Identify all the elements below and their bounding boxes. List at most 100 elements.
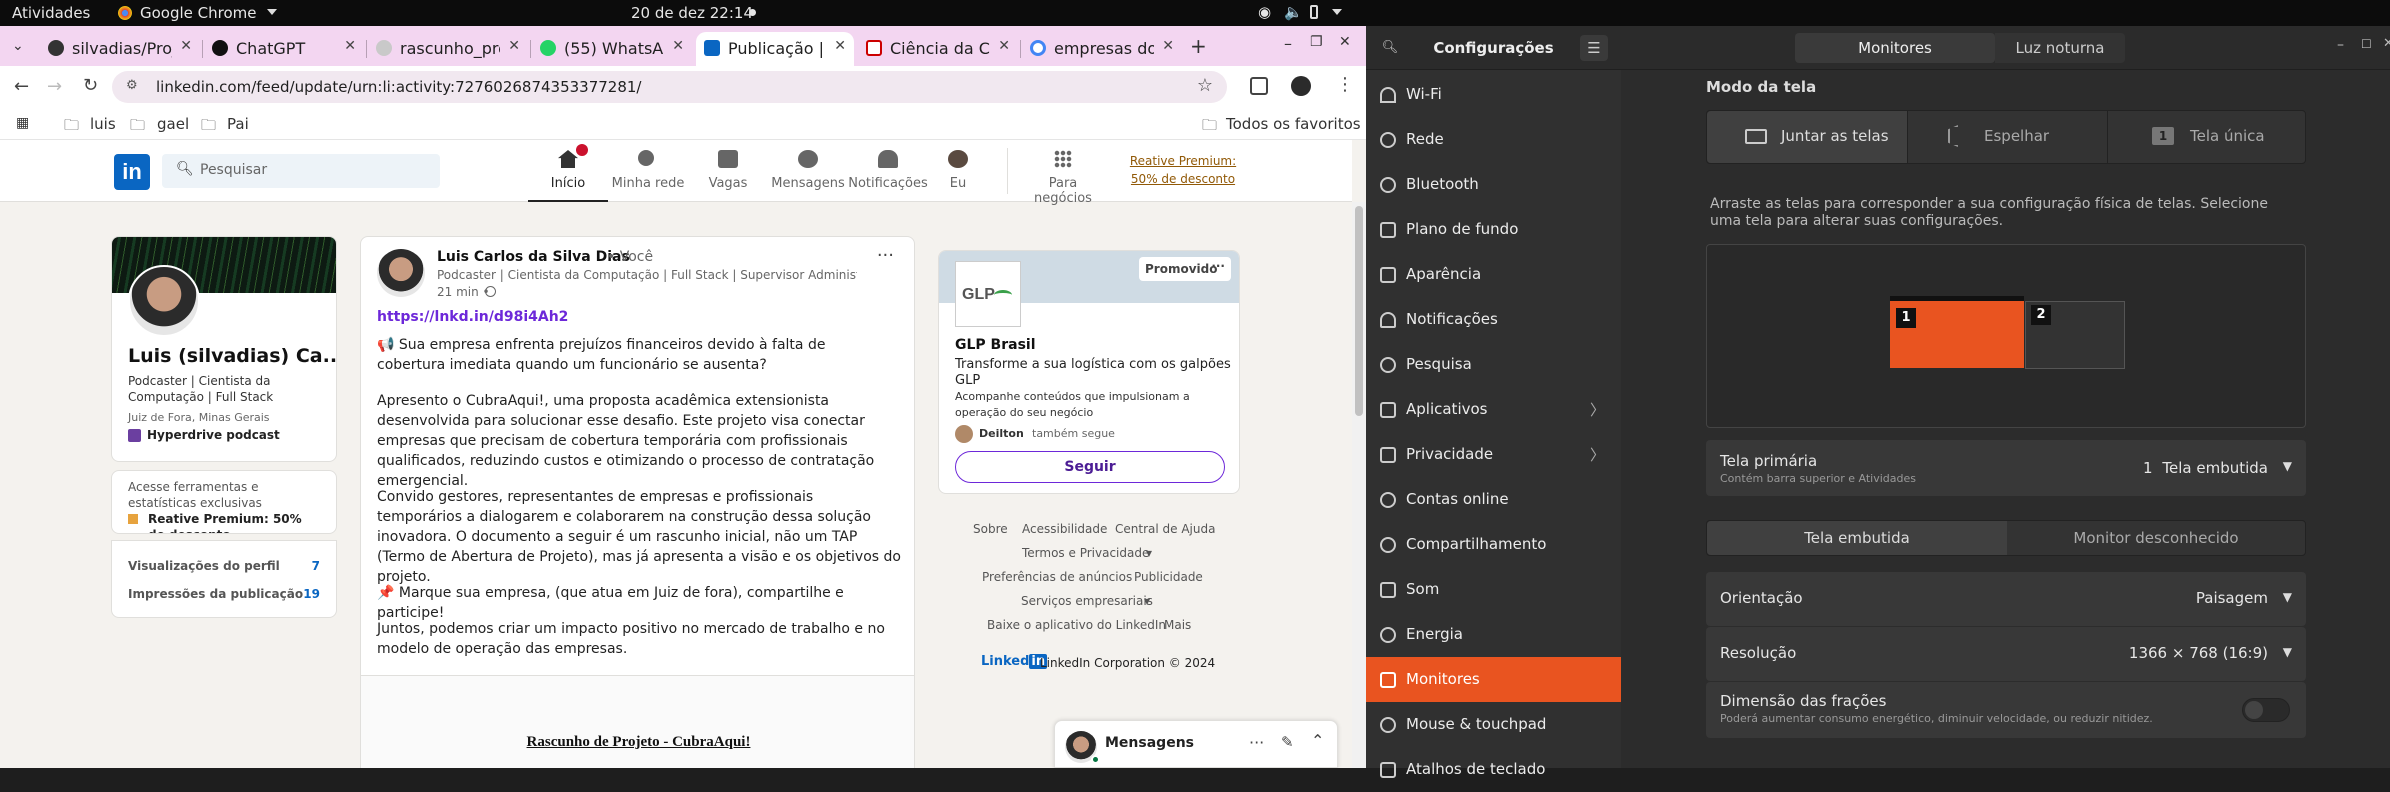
- bookmark-gael[interactable]: gael: [157, 115, 189, 133]
- omnibox[interactable]: ⚙ linkedin.com/feed/update/urn:li:activi…: [112, 71, 1227, 103]
- primary-display-row[interactable]: Tela primária Contém barra superior e At…: [1706, 440, 2306, 496]
- sidebar-item-sound[interactable]: Som: [1366, 567, 1621, 612]
- close-icon[interactable]: ✕: [672, 38, 684, 54]
- premium-cta-link[interactable]: Reative Premium: 50% de desconto: [1118, 152, 1248, 188]
- nav-jobs[interactable]: Vagas: [688, 140, 768, 202]
- sidebar-item-appearance[interactable]: Aparência: [1366, 252, 1621, 297]
- fractional-scaling-toggle[interactable]: [2242, 698, 2290, 722]
- sidebar-item-bluetooth[interactable]: Bluetooth: [1366, 162, 1621, 207]
- volume-icon[interactable]: 🔈: [1284, 3, 1303, 21]
- stat-value[interactable]: 19: [303, 587, 320, 601]
- stat-label[interactable]: Visualizações do perfil: [128, 559, 280, 573]
- tab-unknown-monitor[interactable]: Monitor desconhecido: [2007, 521, 2305, 555]
- footer-link[interactable]: Central de Ajuda: [1115, 522, 1215, 536]
- author-name[interactable]: Luis Carlos da Silva Dias: [437, 249, 630, 265]
- activities-button[interactable]: Atividades: [12, 4, 90, 22]
- bookmark-luis[interactable]: luis: [90, 115, 116, 133]
- new-tab-icon[interactable]: +: [1190, 34, 1207, 58]
- close-icon[interactable]: ✕: [180, 38, 192, 54]
- footer-link[interactable]: Acessibilidade: [1022, 522, 1107, 536]
- follow-button[interactable]: Seguir: [955, 451, 1225, 483]
- nav-me[interactable]: Eu: [928, 140, 988, 202]
- sidebar-item-online-accounts[interactable]: Contas online: [1366, 477, 1621, 522]
- chevron-up-icon[interactable]: ⌃: [1311, 731, 1324, 750]
- footer-link[interactable]: Sobre: [973, 522, 1008, 536]
- sidebar-item-power[interactable]: Energia: [1366, 612, 1621, 657]
- stat-label[interactable]: Impressões da publicação: [128, 587, 303, 601]
- nav-business[interactable]: Para negócios: [1018, 140, 1108, 206]
- sidebar-item-sharing[interactable]: Compartilhamento: [1366, 522, 1621, 567]
- tab-linkedin-active[interactable]: Publicação | L ✕: [696, 32, 854, 66]
- tab-github[interactable]: silvadias/Proj ✕: [40, 32, 200, 66]
- mode-single-display[interactable]: 1 Tela única: [2107, 111, 2307, 163]
- close-icon[interactable]: ✕: [1162, 38, 1174, 54]
- chrome-menu-icon[interactable]: ⋮: [1336, 74, 1354, 95]
- sidebar-item-mouse[interactable]: Mouse & touchpad: [1366, 702, 1621, 747]
- sidebar-item-background[interactable]: Plano de fundo: [1366, 207, 1621, 252]
- restore-icon[interactable]: ❐: [1310, 34, 1323, 50]
- sidebar-item-network[interactable]: Rede: [1366, 117, 1621, 162]
- bookmark-star-icon[interactable]: ☆: [1197, 75, 1213, 96]
- reload-icon[interactable]: ↻: [83, 75, 98, 96]
- document-preview[interactable]: Rascunho de Projeto - CubraAqui!: [361, 676, 914, 768]
- site-info-icon[interactable]: ⚙: [126, 78, 138, 93]
- ad-company[interactable]: GLP Brasil: [955, 337, 1036, 353]
- linkedin-logo-icon[interactable]: in: [114, 154, 150, 190]
- battery-icon[interactable]: [1310, 5, 1318, 19]
- hamburger-menu-icon[interactable]: ☰: [1580, 35, 1608, 61]
- close-icon[interactable]: ✕: [508, 38, 520, 54]
- footer-link[interactable]: Termos e Privacidade: [1022, 546, 1149, 560]
- clock[interactable]: 20 de dez 22:14: [631, 4, 753, 22]
- forward-icon[interactable]: →: [47, 76, 62, 97]
- tab-builtin-display[interactable]: Tela embutida: [1707, 521, 2007, 555]
- nav-messages[interactable]: Mensagens: [768, 140, 848, 202]
- app-menu[interactable]: Google Chrome: [140, 4, 257, 22]
- url-text[interactable]: linkedin.com/feed/update/urn:li:activity…: [156, 78, 642, 96]
- ad-more-icon[interactable]: ···: [1211, 259, 1225, 273]
- system-menu-caret-icon[interactable]: [1332, 9, 1342, 15]
- close-icon[interactable]: ✕: [2383, 36, 2390, 51]
- tab-search-icon[interactable]: ⌄: [12, 38, 24, 54]
- premium-card[interactable]: Acesse ferramentas e estatísticas exclus…: [111, 470, 337, 534]
- close-window-icon[interactable]: ✕: [1339, 34, 1351, 50]
- footer-link[interactable]: Mais: [1164, 618, 1191, 632]
- close-icon[interactable]: ✕: [834, 38, 846, 54]
- back-icon[interactable]: ←: [14, 76, 29, 97]
- footer-link[interactable]: Serviços empresariais: [1021, 594, 1153, 608]
- sidebar-item-applications[interactable]: Aplicativos 〉: [1366, 387, 1621, 432]
- minimize-icon[interactable]: –: [1284, 34, 1292, 53]
- messaging-more-icon[interactable]: ···: [1249, 733, 1264, 752]
- profile-avatar-icon[interactable]: [1291, 76, 1311, 96]
- tab-ciencia[interactable]: Ciência da Co ✕: [858, 32, 1018, 66]
- tab-whatsapp[interactable]: (55) WhatsAp ✕: [532, 32, 692, 66]
- premium-offer[interactable]: Reative Premium: 50% de desconto: [148, 511, 318, 533]
- author-avatar[interactable]: [377, 249, 425, 297]
- sidebar-item-wifi[interactable]: Wi-Fi: [1366, 72, 1621, 117]
- tab-night-light[interactable]: Luz noturna: [1995, 33, 2125, 63]
- footer-link[interactable]: Publicidade: [1134, 570, 1203, 584]
- profile-avatar[interactable]: [128, 265, 200, 337]
- bookmark-pai[interactable]: Pai: [227, 115, 249, 133]
- monitor-2-tile[interactable]: 2: [2025, 301, 2125, 369]
- monitor-1-tile[interactable]: 1: [1890, 296, 2024, 368]
- mode-mirror[interactable]: Espelhar: [1907, 111, 2107, 163]
- post-link[interactable]: https://lnkd.in/d98i4Ah2: [377, 309, 568, 325]
- nav-network[interactable]: Minha rede: [608, 140, 688, 202]
- sidebar-item-privacy[interactable]: Privacidade 〉: [1366, 432, 1621, 477]
- wifi-icon[interactable]: ◉: [1258, 3, 1271, 21]
- tab-chatgpt[interactable]: ChatGPT ✕: [204, 32, 364, 66]
- scrollbar-thumb[interactable]: [1355, 206, 1363, 416]
- close-icon[interactable]: ✕: [344, 38, 356, 54]
- footer-link[interactable]: Baixe o aplicativo do LinkedIn: [987, 618, 1166, 632]
- stat-value[interactable]: 7: [312, 559, 320, 573]
- sidebar-item-notifications[interactable]: Notificações: [1366, 297, 1621, 342]
- post-more-icon[interactable]: ···: [877, 245, 894, 266]
- all-bookmarks[interactable]: Todos os favoritos: [1226, 115, 1361, 133]
- apps-grid-icon[interactable]: ▦: [16, 115, 29, 131]
- extensions-icon[interactable]: [1250, 77, 1268, 95]
- close-icon[interactable]: ✕: [998, 38, 1010, 54]
- sidebar-item-displays[interactable]: Monitores: [1366, 657, 1621, 702]
- profile-name[interactable]: Luis (silvadias) Ca...: [128, 345, 336, 367]
- tab-google[interactable]: empresas do ✕: [1022, 32, 1182, 66]
- minimize-icon[interactable]: –: [2337, 37, 2344, 53]
